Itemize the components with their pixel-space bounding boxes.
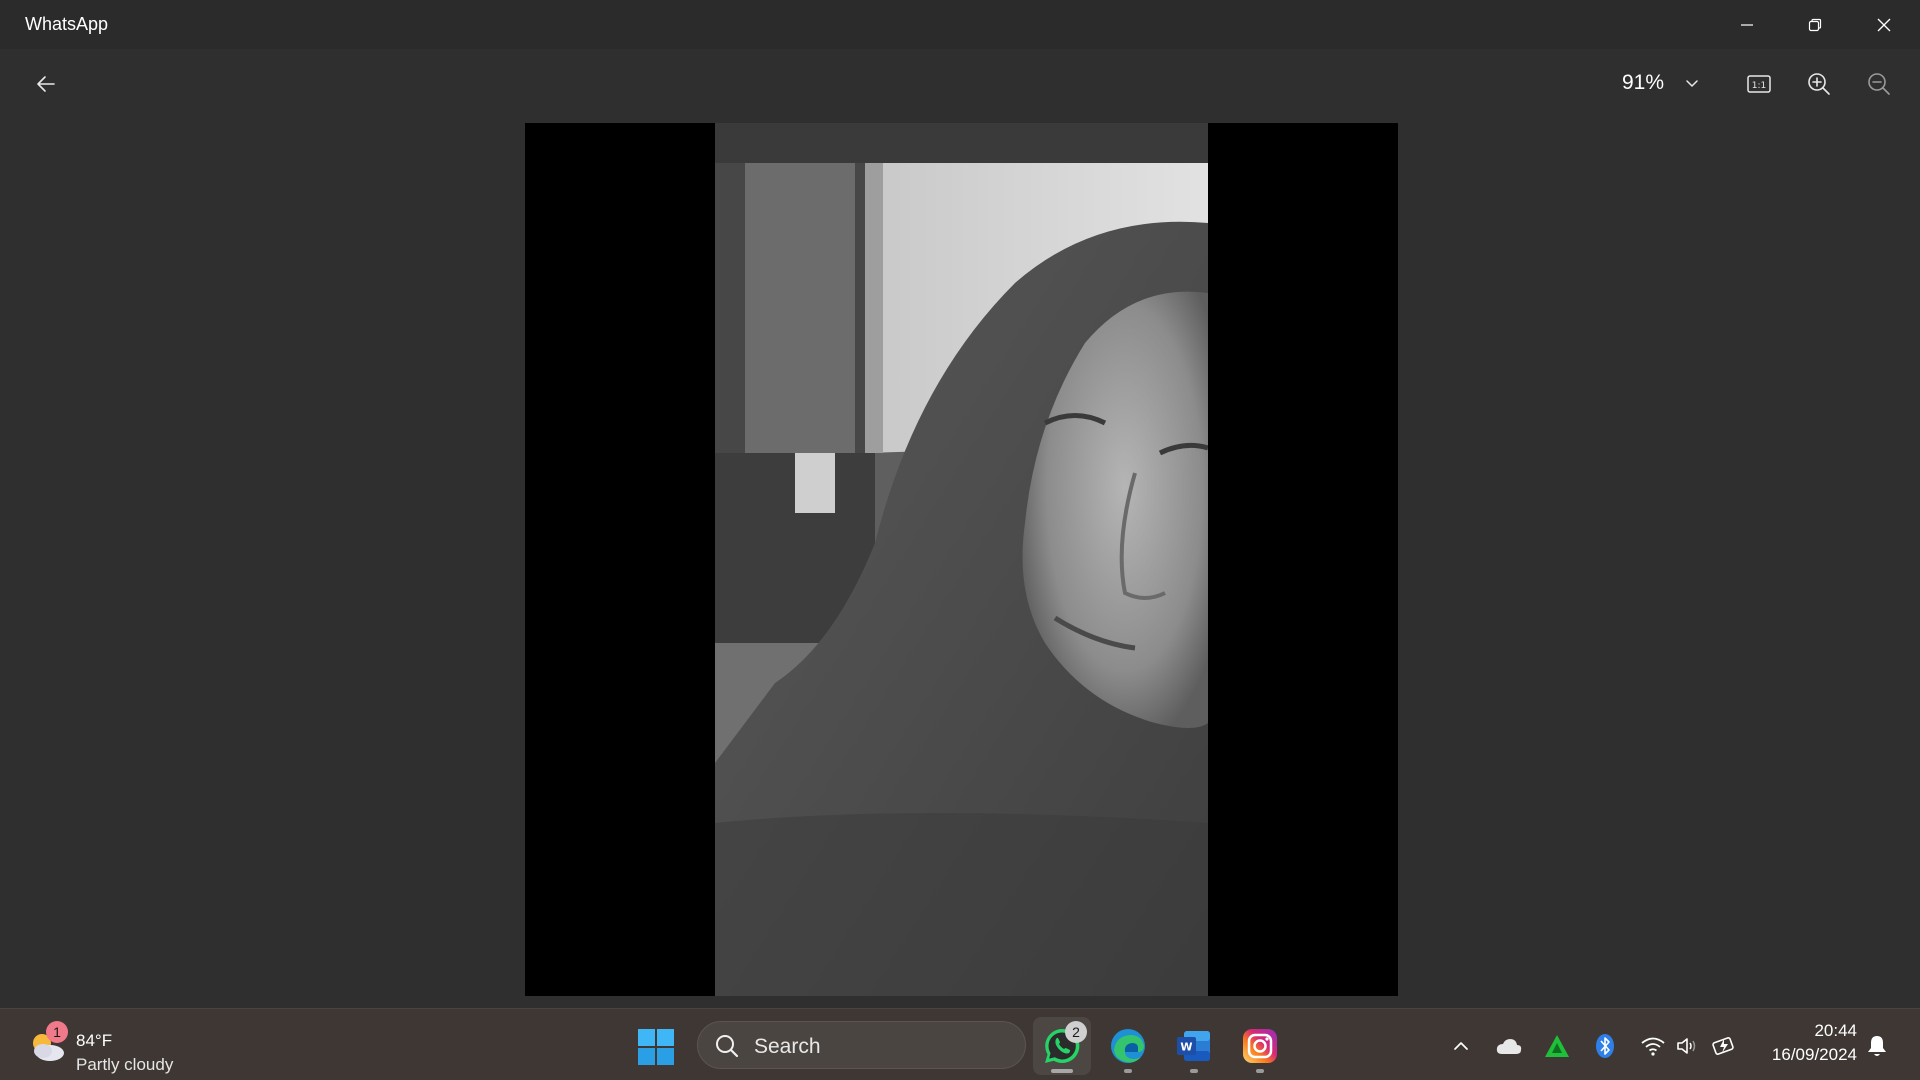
- back-button[interactable]: [26, 69, 66, 99]
- chevron-up-icon: [1454, 1042, 1468, 1050]
- minimize-icon: [1741, 23, 1753, 26]
- zoom-out-button[interactable]: [1862, 67, 1896, 101]
- zoom-level[interactable]: 91%: [1622, 71, 1664, 95]
- weather-badge: 1: [46, 1021, 68, 1043]
- instagram-icon: [1243, 1029, 1277, 1063]
- battery-tray-icon[interactable]: [1710, 1031, 1740, 1061]
- window-title: WhatsApp: [25, 14, 109, 34]
- zoom-dropdown-button[interactable]: [1680, 71, 1704, 95]
- zoom-in-button[interactable]: [1802, 67, 1836, 101]
- taskbar-app-word[interactable]: W: [1165, 1017, 1223, 1075]
- start-button[interactable]: [636, 1027, 680, 1067]
- bell-icon: [1868, 1036, 1886, 1056]
- app-running-indicator: [1124, 1069, 1132, 1073]
- notifications-button[interactable]: [1862, 1031, 1892, 1061]
- taskbar-clock[interactable]: 20:44 16/09/2024: [1755, 1019, 1857, 1067]
- photo-illustration: [715, 123, 1208, 996]
- bluetooth-tray-icon[interactable]: [1590, 1031, 1620, 1061]
- minimize-button[interactable]: [1713, 0, 1781, 49]
- restore-icon: [1808, 18, 1822, 31]
- word-icon: W: [1177, 1031, 1210, 1061]
- title-bar: WhatsApp: [0, 0, 1920, 49]
- taskbar-app-whatsapp[interactable]: 2: [1033, 1017, 1091, 1075]
- svg-text:1:1: 1:1: [1752, 81, 1766, 91]
- cloud-icon: [1496, 1039, 1522, 1054]
- restore-button[interactable]: [1781, 0, 1849, 49]
- windows-logo-icon: [638, 1029, 674, 1065]
- active-app-indicator: [1051, 1069, 1073, 1073]
- zoom-out-icon: [1868, 73, 1890, 95]
- speaker-icon: [1677, 1038, 1696, 1054]
- wifi-icon: [1641, 1037, 1665, 1056]
- taskbar: 1 84°F Partly cloudy Search 2 W 20:44 16…: [0, 1008, 1920, 1080]
- photo-frame: [525, 123, 1398, 996]
- green-triangle-icon: [1545, 1035, 1569, 1057]
- weather-description: Partly cloudy: [76, 1055, 174, 1074]
- clock-time: 20:44: [1814, 1021, 1857, 1040]
- close-button[interactable]: [1850, 0, 1918, 49]
- photo-image: [715, 123, 1208, 996]
- bluetooth-icon: [1596, 1034, 1614, 1058]
- actual-size-button[interactable]: 1:1: [1742, 67, 1776, 101]
- onedrive-tray-icon[interactable]: [1494, 1031, 1524, 1061]
- app-running-indicator: [1256, 1069, 1264, 1073]
- taskbar-search[interactable]: Search: [697, 1021, 1026, 1069]
- close-icon: [1877, 18, 1891, 31]
- taskbar-app-edge[interactable]: [1099, 1017, 1157, 1075]
- media-viewer: [0, 119, 1920, 1008]
- app-running-indicator: [1190, 1069, 1198, 1073]
- wifi-tray-icon[interactable]: [1638, 1031, 1668, 1061]
- chevron-down-icon: [1686, 80, 1698, 87]
- weather-widget[interactable]: 1 84°F Partly cloudy: [24, 1019, 204, 1074]
- clock-date: 16/09/2024: [1771, 1045, 1857, 1064]
- taskbar-app-instagram[interactable]: [1231, 1017, 1289, 1075]
- show-hidden-icons-button[interactable]: [1446, 1031, 1476, 1061]
- media-viewer-toolbar: 91% 1:1: [0, 49, 1920, 119]
- arrow-left-icon: [37, 76, 55, 92]
- search-icon: [716, 1035, 739, 1058]
- green-app-tray-icon[interactable]: [1542, 1031, 1572, 1061]
- weather-temperature: 84°F: [76, 1031, 113, 1050]
- svg-text:W: W: [1180, 1041, 1192, 1054]
- actual-size-icon: 1:1: [1747, 75, 1771, 93]
- volume-tray-icon[interactable]: [1672, 1031, 1702, 1061]
- search-label: Search: [754, 1035, 821, 1058]
- whatsapp-badge: 2: [1065, 1021, 1087, 1043]
- zoom-in-icon: [1808, 73, 1830, 95]
- edge-icon: [1111, 1029, 1145, 1063]
- battery-charging-icon: [1712, 1037, 1734, 1055]
